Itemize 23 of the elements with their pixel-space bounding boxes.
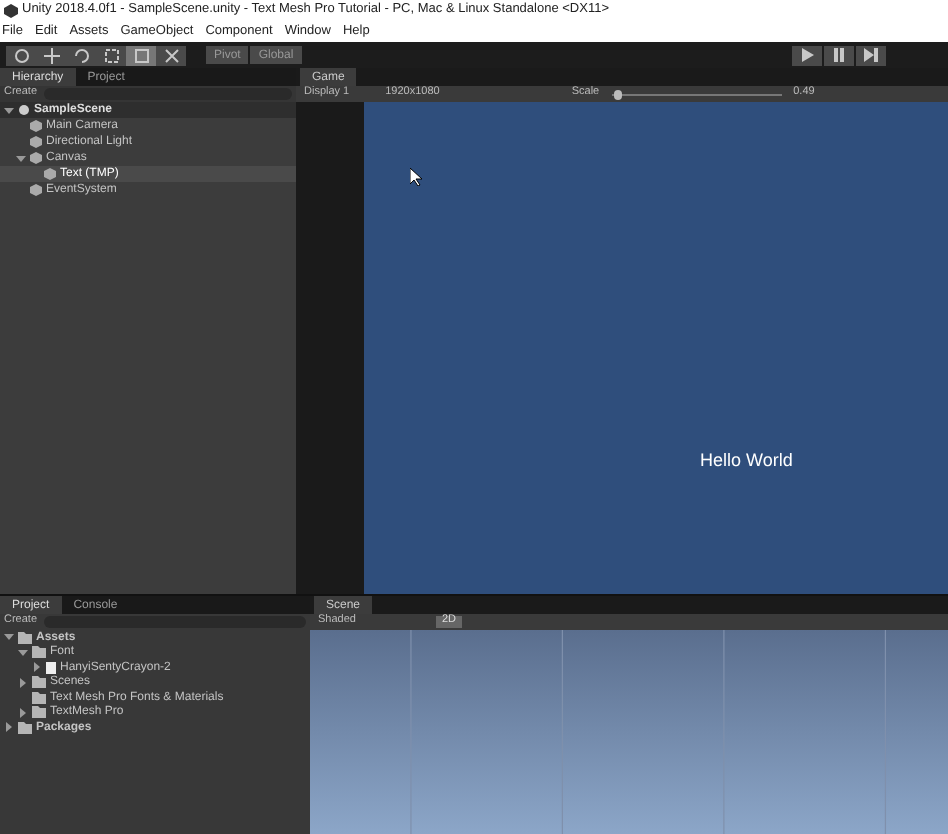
hand-icon [13, 47, 29, 63]
tool-button[interactable] [6, 45, 36, 65]
search-field[interactable] [43, 88, 292, 100]
tool-button[interactable] [126, 45, 156, 65]
rotate-icon [73, 47, 89, 63]
file-icon [46, 661, 56, 674]
tool-button[interactable] [96, 45, 126, 65]
pause-icon [832, 48, 846, 62]
unity-logo-icon [4, 4, 18, 18]
playback-button[interactable] [856, 45, 886, 65]
tool-button[interactable] [156, 45, 186, 65]
playback-button[interactable] [824, 45, 854, 65]
scene-icon [18, 104, 30, 116]
search-field[interactable] [43, 616, 306, 628]
playback-button[interactable] [792, 45, 822, 65]
move-icon [43, 47, 59, 63]
play-icon [800, 48, 814, 62]
cursor-icon [410, 168, 422, 186]
scale-icon [103, 47, 119, 63]
step-icon [864, 48, 878, 62]
transform-icon [163, 47, 179, 63]
game-text: Hello World [700, 452, 793, 470]
rect-icon [133, 47, 149, 63]
